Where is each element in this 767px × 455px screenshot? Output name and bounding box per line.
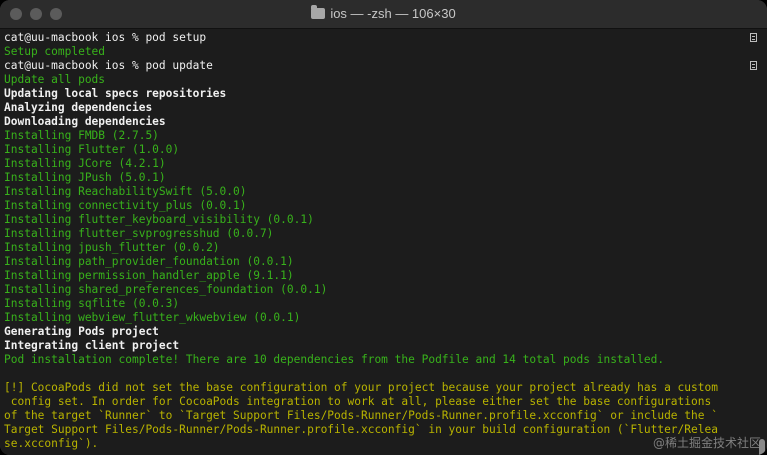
terminal-line: Installing ReachabilitySwift (5.0.0) xyxy=(4,185,247,198)
terminal-line-warning: [!] CocoaPods did not set the base confi… xyxy=(4,381,718,394)
terminal-line: Updating local specs repositories xyxy=(4,87,227,100)
terminal-line: Generating Pods project xyxy=(4,325,159,338)
terminal-line: Installing jpush_flutter (0.0.2) xyxy=(4,241,220,254)
terminal-line: Pod installation complete! There are 10 … xyxy=(4,353,665,366)
window-title: ios — -zsh — 106×30 xyxy=(0,5,767,21)
terminal-line: Installing flutter_svprogresshud (0.0.7) xyxy=(4,227,274,240)
terminal-line: Analyzing dependencies xyxy=(4,101,153,114)
mark-icon[interactable] xyxy=(750,33,757,42)
terminal-line: Update all pods xyxy=(4,73,106,86)
title-bar[interactable]: ios — -zsh — 106×30 xyxy=(0,0,767,29)
terminal-line: Installing permission_handler_apple (9.1… xyxy=(4,269,294,282)
terminal-line: Installing shared_preferences_foundation… xyxy=(4,283,328,296)
terminal-line: Setup completed xyxy=(4,45,106,58)
terminal-line: Installing flutter_keyboard_visibility (… xyxy=(4,213,314,226)
watermark: @稀土掘金技术社区 xyxy=(652,436,761,450)
terminal-line: Installing sqflite (0.0.3) xyxy=(4,297,180,310)
terminal-line-warning: Target Support Files/Pods-Runner/Pods-Ru… xyxy=(4,423,718,436)
terminal-content[interactable]: cat@uu-macbook ios % pod setup Setup com… xyxy=(0,29,767,455)
terminal-line-prompt: cat@uu-macbook ios % pod update xyxy=(4,59,213,72)
terminal-line-prompt: cat@uu-macbook ios % pod setup xyxy=(4,31,207,44)
terminal-line: Installing Flutter (1.0.0) xyxy=(4,143,180,156)
terminal-line: Installing webview_flutter_wkwebview (0.… xyxy=(4,311,301,324)
terminal-line: Downloading dependencies xyxy=(4,115,166,128)
terminal-line-warning: config set. In order for CocoaPods integ… xyxy=(4,395,712,408)
terminal-output: cat@uu-macbook ios % pod setup Setup com… xyxy=(4,31,747,451)
terminal-line: Integrating client project xyxy=(4,339,180,352)
terminal-line: Installing JCore (4.2.1) xyxy=(4,157,166,170)
terminal-line-warning: se.xcconfig`). xyxy=(4,437,99,450)
mark-icon[interactable] xyxy=(750,61,757,70)
terminal-line: Installing connectivity_plus (0.0.1) xyxy=(4,199,247,212)
terminal-line-warning: of the target `Runner` to `Target Suppor… xyxy=(4,409,718,422)
folder-icon xyxy=(311,5,326,19)
terminal-line: Installing JPush (5.0.1) xyxy=(4,171,166,184)
terminal-line: Installing path_provider_foundation (0.0… xyxy=(4,255,294,268)
window-title-text: ios — -zsh — 106×30 xyxy=(330,6,456,21)
terminal-line: Installing FMDB (2.7.5) xyxy=(4,129,159,142)
terminal-window: ios — -zsh — 106×30 cat@uu-macbook ios %… xyxy=(0,0,767,455)
